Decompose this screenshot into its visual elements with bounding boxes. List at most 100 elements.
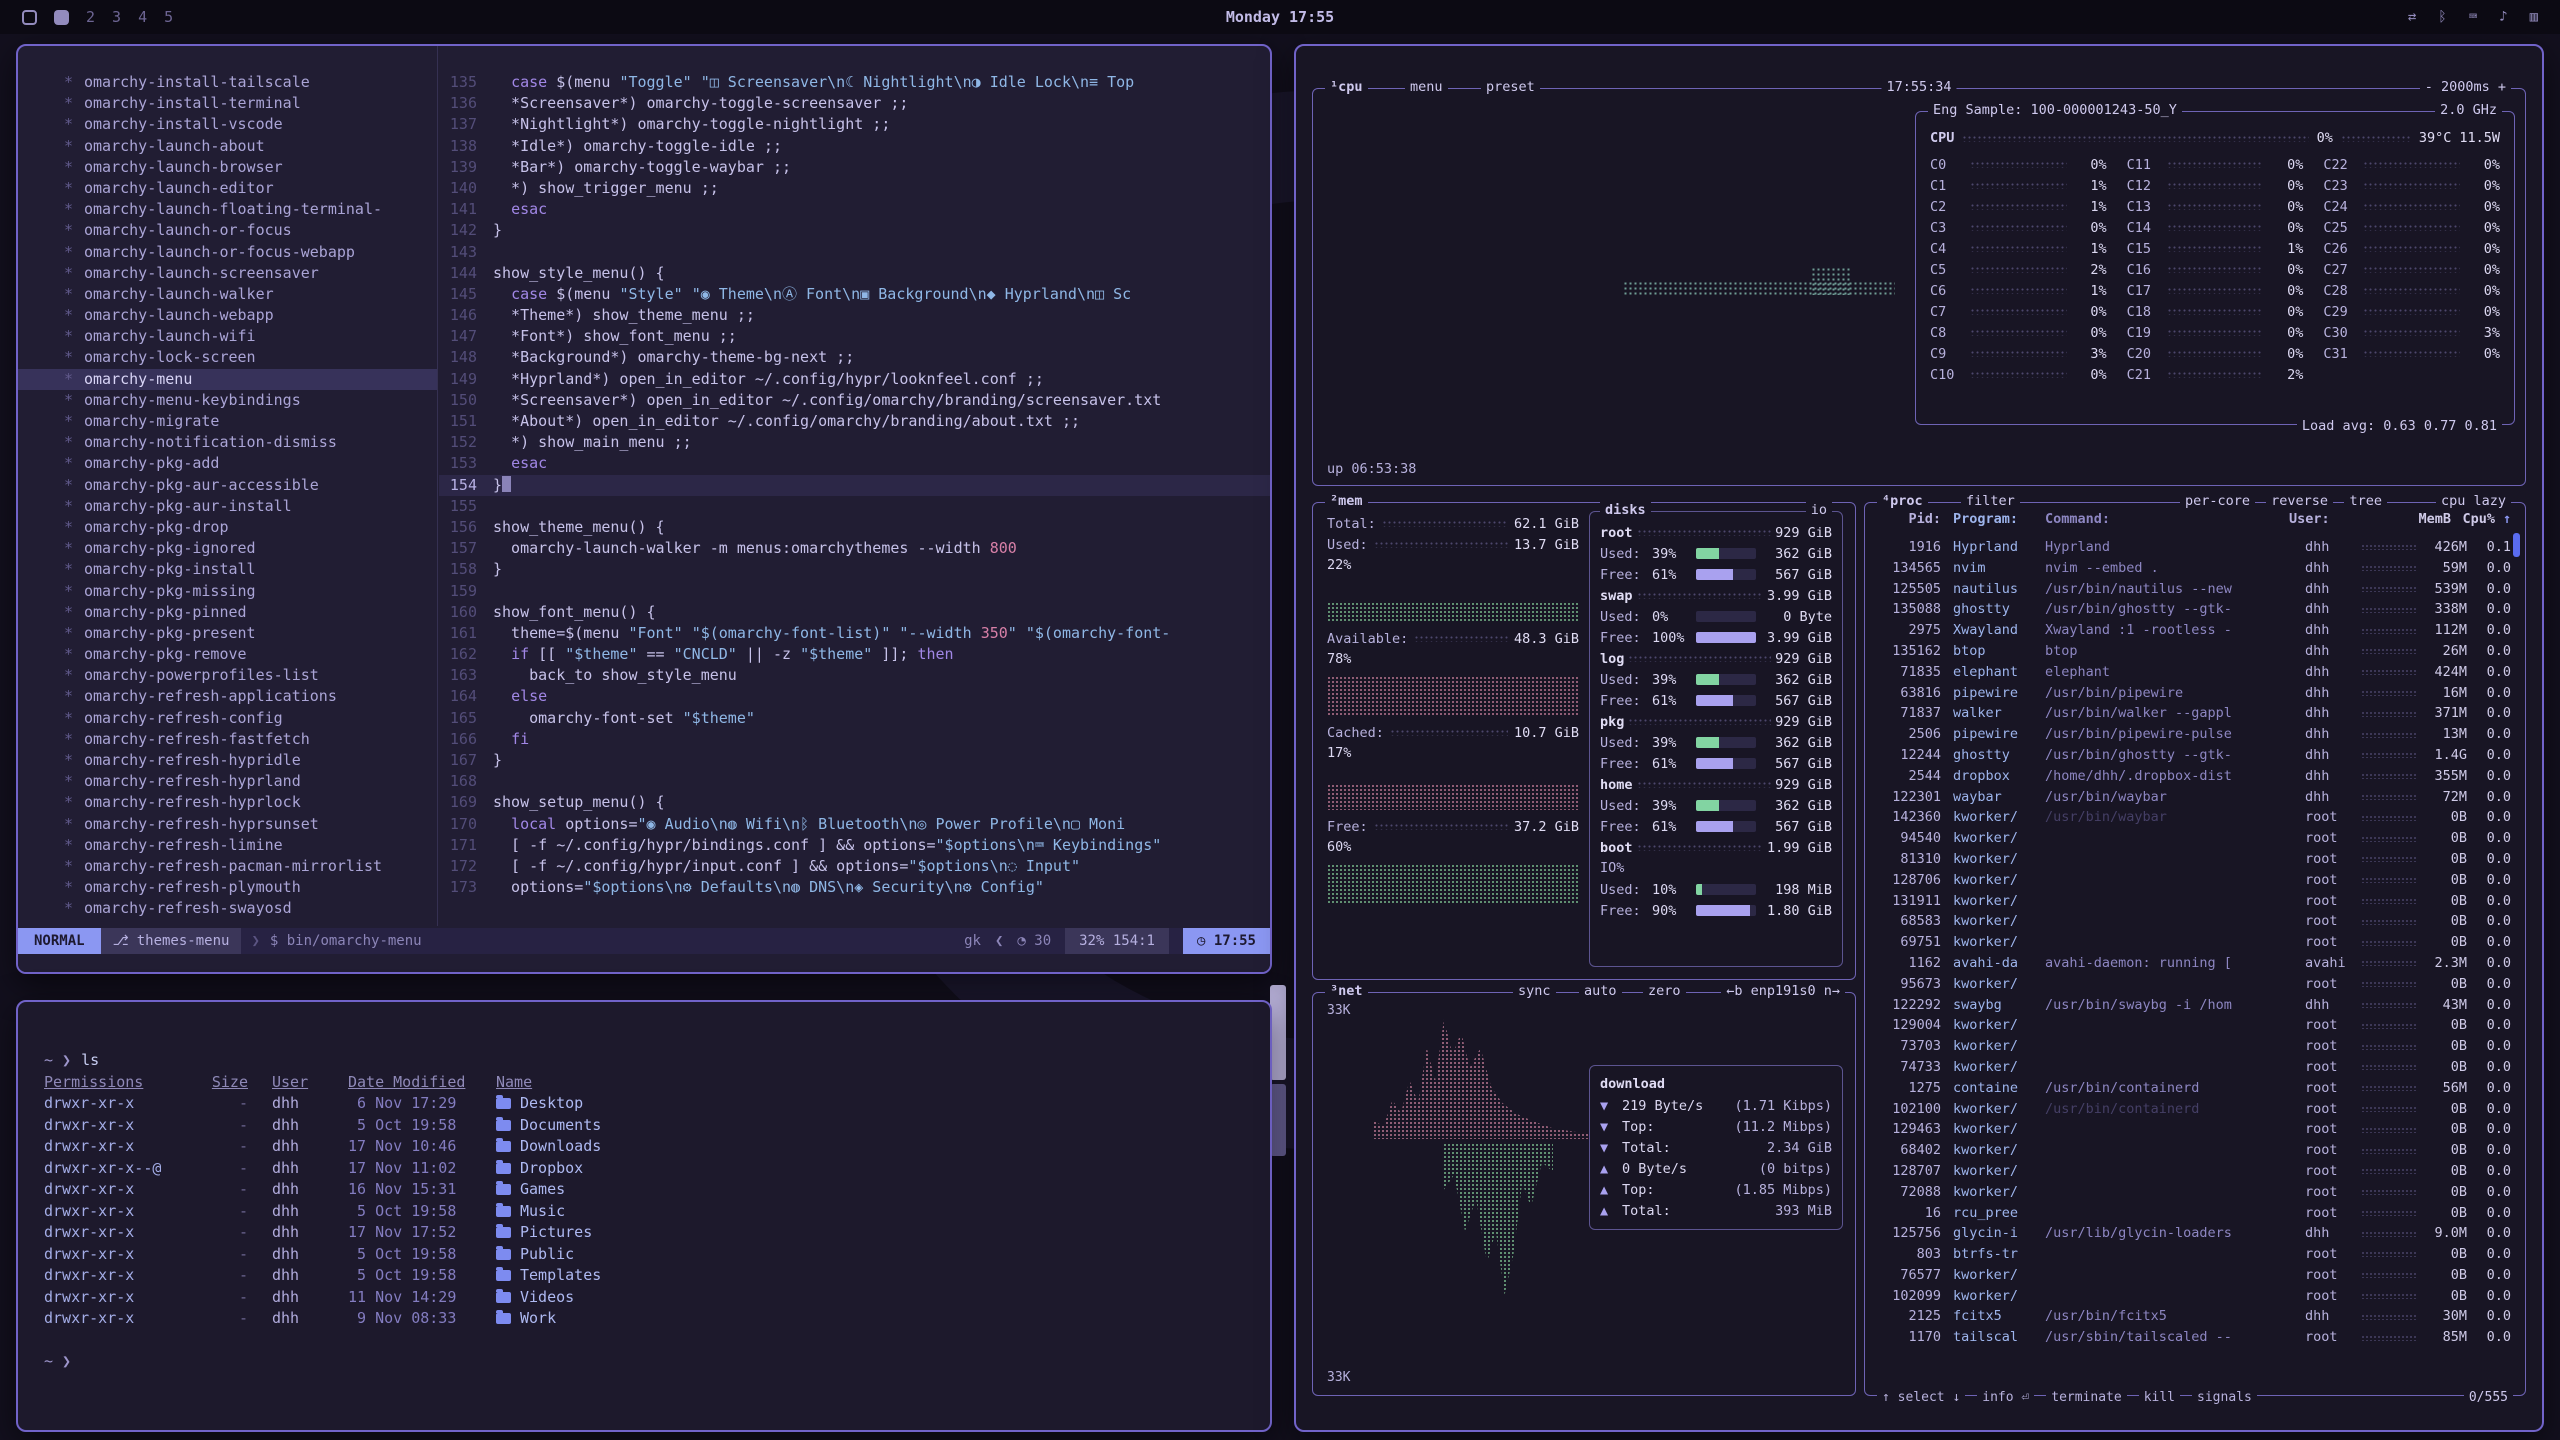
refresh-interval[interactable]: - 2000ms + [2420,79,2511,95]
code-line[interactable]: 171 [ -f ~/.config/hypr/bindings.conf ] … [439,835,1270,856]
code-line[interactable]: 140 *) show_trigger_menu ;; [439,178,1270,199]
code-line[interactable]: 167} [439,750,1270,771]
code-line[interactable]: 141 esac [439,199,1270,220]
file-item[interactable]: *omarchy-refresh-fastfetch [18,729,437,750]
code-line[interactable]: 152 *) show_main_menu ;; [439,432,1270,453]
menu-button[interactable]: menu [1405,79,1448,95]
code-line[interactable]: 159 [439,581,1270,602]
editor-window[interactable]: *omarchy-install-tailscale *omarchy-inst… [16,44,1272,974]
col-memb[interactable]: MemB [2405,511,2451,527]
file-item[interactable]: *omarchy-launch-or-focus [18,220,437,241]
bluetooth-icon[interactable]: ᛒ [2438,9,2446,25]
process-row[interactable]: 134565 nvim nvim --embed . dhh 59M 0.0 [1879,558,2511,579]
file-item[interactable]: *omarchy-refresh-pacman-mirrorlist [18,856,437,877]
file-item[interactable]: *omarchy-migrate [18,411,437,432]
code-line[interactable]: 139 *Bar*) omarchy-toggle-waybar ;; [439,157,1270,178]
code-line[interactable]: 156show_theme_menu() { [439,517,1270,538]
file-item[interactable]: *omarchy-launch-webapp [18,305,437,326]
process-row[interactable]: 16 rcu_pree root 0B 0.0 [1879,1203,2511,1224]
process-row[interactable]: 81310 kworker/ root 0B 0.0 [1879,849,2511,870]
col-pid[interactable]: Pid: [1879,511,1941,527]
col-user[interactable]: User: [2289,511,2341,527]
code-line[interactable]: 148 *Background*) omarchy-theme-bg-next … [439,347,1270,368]
file-item[interactable]: *omarchy-launch-about [18,136,437,157]
process-row[interactable]: 2125 fcitx5 /usr/bin/fcitx5 dhh 30M 0.0 [1879,1306,2511,1327]
process-row[interactable]: 68583 kworker/ root 0B 0.0 [1879,911,2511,932]
code-line[interactable]: 135 case $(menu "Toggle" "◫ Screensaver\… [439,72,1270,93]
process-list[interactable]: 1916 Hyprland Hyprland dhh 426M 0.1 1345… [1865,537,2525,1381]
code-line[interactable]: 166 fi [439,729,1270,750]
process-row[interactable]: 74733 kworker/ root 0B 0.0 [1879,1057,2511,1078]
volume-icon[interactable]: ♪ [2499,9,2507,25]
code-line[interactable]: 165 omarchy-font-set "$theme" [439,708,1270,729]
net-interface[interactable]: ←b enp191s0 n→ [1721,983,1845,999]
code-line[interactable]: 138 *Idle*) omarchy-toggle-idle ;; [439,136,1270,157]
process-row[interactable]: 135162 btop btop dhh 26M 0.0 [1879,641,2511,662]
proc-scrollbar[interactable] [2513,533,2520,557]
file-item[interactable]: *omarchy-pkg-pinned [18,602,437,623]
process-row[interactable]: 94540 kworker/ root 0B 0.0 [1879,828,2511,849]
file-item[interactable]: *omarchy-pkg-missing [18,581,437,602]
code-line[interactable]: 162 if [[ "$theme" == "CNCLD" || -z "$th… [439,644,1270,665]
file-item[interactable]: *omarchy-refresh-config [18,708,437,729]
code-line[interactable]: 172 [ -f ~/.config/hypr/input.conf ] && … [439,856,1270,877]
col-program[interactable]: Program: [1953,511,2039,527]
file-item[interactable]: *omarchy-pkg-install [18,559,437,580]
proc-footer-action[interactable]: kill [2139,1390,2180,1405]
code-line[interactable]: 144show_style_menu() { [439,263,1270,284]
terminal-window[interactable]: ~ ❯ ls Permissions Size User Date Modifi… [16,1000,1272,1432]
code-line[interactable]: 161 theme=$(menu "Font" "$(omarchy-font-… [439,623,1270,644]
process-row[interactable]: 128706 kworker/ root 0B 0.0 [1879,870,2511,891]
code-line[interactable]: 154} [439,475,1270,496]
process-row[interactable]: 125505 nautilus /usr/bin/nautilus --new … [1879,579,2511,600]
tray-icon[interactable]: ▥ [2530,9,2538,25]
process-row[interactable]: 73703 kworker/ root 0B 0.0 [1879,1036,2511,1057]
code-line[interactable]: 145 case $(menu "Style" "◉ Theme\nⒶ Font… [439,284,1270,305]
file-item[interactable]: *omarchy-refresh-hyprland [18,771,437,792]
process-row[interactable]: 1916 Hyprland Hyprland dhh 426M 0.1 [1879,537,2511,558]
process-row[interactable]: 135088 ghostty /usr/bin/ghostty --gtk- d… [1879,599,2511,620]
process-row[interactable]: 122292 swaybg /usr/bin/swaybg -i /hom dh… [1879,995,2511,1016]
code-line[interactable]: 173 options="$options\n⚙ Defaults\n◍ DNS… [439,877,1270,898]
code-line[interactable]: 168 [439,771,1270,792]
file-item[interactable]: *omarchy-refresh-limine [18,835,437,856]
process-row[interactable]: 71835 elephant elephant dhh 424M 0.0 [1879,662,2511,683]
process-row[interactable]: 2975 Xwayland Xwayland :1 -rootless - dh… [1879,620,2511,641]
process-row[interactable]: 129004 kworker/ root 0B 0.0 [1879,1015,2511,1036]
file-item[interactable]: *omarchy-lock-screen [18,347,437,368]
file-item[interactable]: *omarchy-menu-keybindings [18,390,437,411]
code-line[interactable]: 170 local options="◉ Audio\n◍ Wifi\nᛒ Bl… [439,814,1270,835]
proc-reverse[interactable]: reverse [2266,493,2333,509]
process-row[interactable]: 63816 pipewire /usr/bin/pipewire dhh 16M… [1879,683,2511,704]
file-item[interactable]: *omarchy-install-terminal [18,93,437,114]
process-row[interactable]: 131911 kworker/ root 0B 0.0 [1879,891,2511,912]
code-line[interactable]: 163 back_to show_style_menu [439,665,1270,686]
code-editor[interactable]: 135 case $(menu "Toggle" "◫ Screensaver\… [439,46,1270,926]
code-line[interactable]: 136 *Screensaver*) omarchy-toggle-screen… [439,93,1270,114]
code-line[interactable]: 153 esac [439,453,1270,474]
disks-io-toggle[interactable]: io [1806,502,1832,518]
sort-arrow-icon[interactable]: ↑ [2495,511,2511,527]
process-row[interactable]: 1162 avahi-da avahi-daemon: running [ av… [1879,953,2511,974]
file-item[interactable]: *omarchy-launch-wifi [18,326,437,347]
process-row[interactable]: 102100 kworker/ /usr/bin/containerd root… [1879,1099,2511,1120]
file-item[interactable]: *omarchy-launch-or-focus-webapp [18,242,437,263]
file-item[interactable]: *omarchy-launch-walker [18,284,437,305]
shell-prompt[interactable]: ~ ❯ [44,1351,71,1373]
file-item[interactable]: *omarchy-install-tailscale [18,72,437,93]
terminal-content[interactable]: ~ ❯ ls Permissions Size User Date Modifi… [18,1002,1270,1373]
file-item[interactable]: *omarchy-powerprofiles-list [18,665,437,686]
code-line[interactable]: 155 [439,496,1270,517]
workspace-item[interactable]: 4 [138,8,147,26]
file-item[interactable]: *omarchy-pkg-aur-accessible [18,475,437,496]
workspace-active-indicator[interactable] [54,10,69,25]
process-row[interactable]: 102099 kworker/ root 0B 0.0 [1879,1286,2511,1307]
proc-footer-action[interactable]: terminate [2046,1390,2126,1405]
process-row[interactable]: 142360 kworker/ /usr/bin/waybar root 0B … [1879,807,2511,828]
proc-per-core[interactable]: per-core [2180,493,2255,509]
code-line[interactable]: 146 *Theme*) show_theme_menu ;; [439,305,1270,326]
process-row[interactable]: 128707 kworker/ root 0B 0.0 [1879,1161,2511,1182]
file-item[interactable]: *omarchy-launch-editor [18,178,437,199]
command-line[interactable] [18,954,1270,972]
file-item[interactable]: *omarchy-install-vscode [18,114,437,135]
